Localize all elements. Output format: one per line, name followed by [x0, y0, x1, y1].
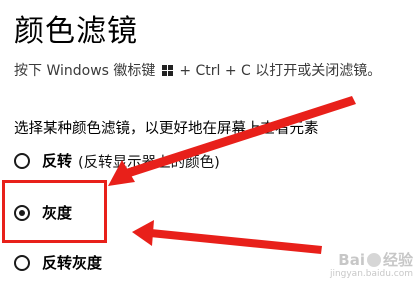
shortcut-hint: 按下 Windows 徽标键 + Ctrl + C 以打开或关闭滤镜。 [14, 60, 381, 82]
baidu-paw-icon [366, 253, 381, 267]
radio-option-invert[interactable]: 反转 (反转显示器上的颜色) [14, 150, 220, 172]
radio-description: (反转显示器上的颜色) [78, 154, 220, 171]
radio-label: 反转灰度 [42, 254, 103, 272]
arrow-upper [108, 96, 356, 186]
radio-option-inverted-grayscale[interactable]: 反转灰度 [14, 252, 102, 274]
watermark: Bai 经验 jingyan.baidu.com [330, 251, 413, 280]
hint-text-after: + Ctrl + C 以打开或关闭滤镜。 [179, 63, 382, 79]
hint-text-before: 按下 Windows 徽标键 [14, 63, 156, 79]
watermark-brand-left: Bai [338, 251, 365, 269]
radio-button[interactable] [14, 255, 30, 271]
watermark-url: jingyan.baidu.com [329, 269, 413, 279]
windows-logo-icon [161, 65, 173, 76]
arrow-lower [132, 220, 322, 254]
radio-label: 反转 [42, 152, 73, 170]
filter-section-label: 选择某种颜色滤镜，以更好地在屏幕上查看元素 [14, 121, 319, 137]
radio-button[interactable] [14, 153, 30, 169]
highlight-box [2, 180, 107, 243]
page-title: 颜色滤镜 [14, 14, 138, 49]
watermark-brand: Bai 经验 [338, 251, 413, 269]
color-filters-settings-page: 颜色滤镜 按下 Windows 徽标键 + Ctrl + C 以打开或关闭滤镜。… [0, 0, 419, 284]
watermark-brand-right: 经验 [382, 251, 413, 269]
